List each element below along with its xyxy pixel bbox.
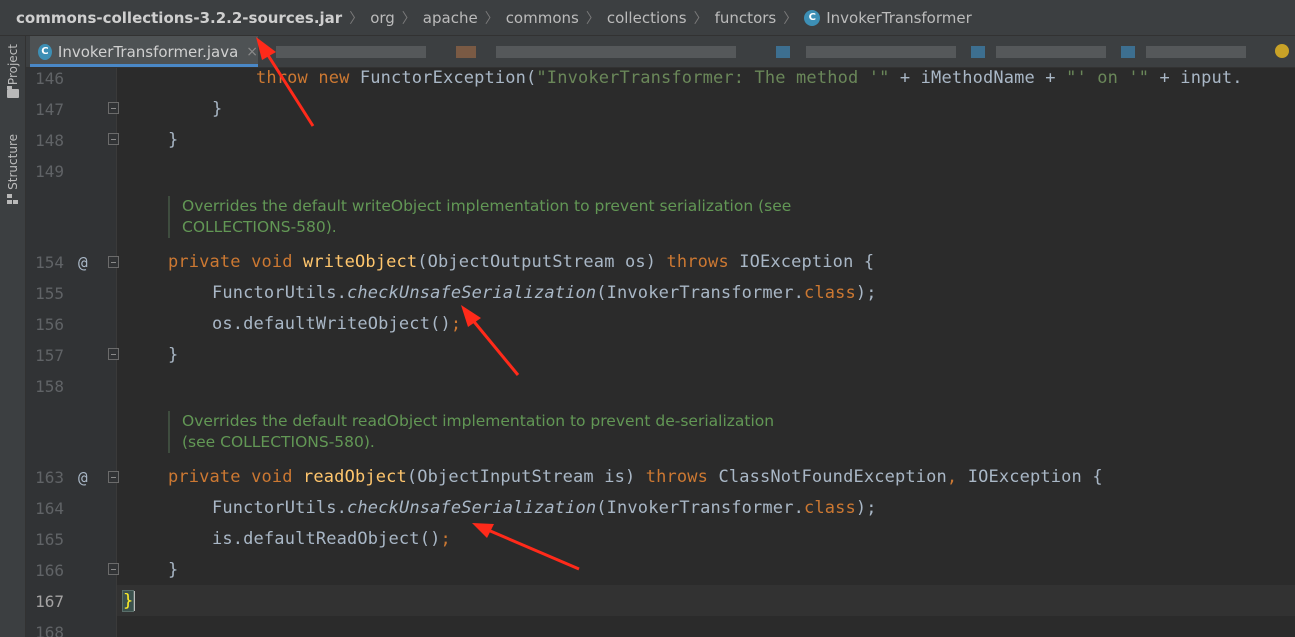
folder-icon [7,86,19,99]
code-line-167: } [121,590,136,612]
tab-overflow-icon[interactable] [1275,44,1289,58]
breadcrumb-collections[interactable]: collections [607,9,687,27]
fold-marker-icon[interactable] [108,471,119,483]
class-icon: C [804,9,821,26]
code-line-156: os.defaultWriteObject(); [212,314,462,334]
code-editor[interactable]: 146 147 148 149 154 155 156 157 158 163 … [26,68,1295,637]
override-marker-icon[interactable]: @ [78,253,88,272]
editor-tab-bar: C InvokerTransformer.java × [26,36,1295,68]
javadoc-text: COLLECTIONS-580). [182,218,337,236]
tab-invoker-transformer[interactable]: C InvokerTransformer.java × [30,36,258,67]
structure-tool-label: Structure [6,134,20,190]
line-number: 146 [35,69,64,88]
line-number: 158 [35,377,64,396]
javadoc-read-object: Overrides the default readObject impleme… [168,411,808,453]
code-line-164: FunctorUtils.checkUnsafeSerialization(In… [212,498,877,518]
line-number: 147 [35,100,64,119]
code-line-157: } [168,345,179,365]
code-line-147: } [212,99,223,119]
tool-window-strip: Project Structure [0,36,26,637]
project-tool-button[interactable]: Project [3,44,23,99]
close-icon[interactable]: × [246,44,258,60]
breadcrumb-separator: 〉 [585,10,600,27]
code-line-148: } [168,130,179,150]
line-number: 154 [35,253,64,272]
structure-tool-button[interactable]: Structure [3,134,23,204]
line-number: 163 [35,468,64,487]
line-number: 167 [35,592,64,611]
matched-brace: } [121,590,135,612]
breadcrumb-separator: 〉 [484,10,499,27]
breadcrumb-separator: 〉 [401,10,416,27]
line-number: 156 [35,315,64,334]
class-icon: C [38,43,52,60]
fold-marker-icon[interactable] [108,256,119,268]
line-number: 148 [35,131,64,150]
line-number: 165 [35,530,64,549]
javadoc-write-object: Overrides the default writeObject implem… [168,196,808,238]
project-tool-label: Project [6,44,20,86]
current-line-highlight [117,585,1295,616]
breadcrumb-jar[interactable]: commons-collections-3.2.2-sources.jar [16,9,342,27]
breadcrumb-separator: 〉 [349,10,364,27]
tab-label: InvokerTransformer.java [57,42,239,61]
fold-marker-icon[interactable] [108,133,119,145]
breadcrumb-class[interactable]: InvokerTransformer [826,9,972,27]
text-caret [133,591,136,611]
line-number: 157 [35,346,64,365]
breadcrumb-functors[interactable]: functors [715,9,777,27]
code-line-154: private void writeObject(ObjectOutputStr… [168,252,875,272]
javadoc-text: Overrides the default readObject impleme… [182,412,775,430]
fold-marker-icon[interactable] [108,102,119,114]
override-marker-icon[interactable]: @ [78,468,88,487]
line-number: 164 [35,499,64,518]
breadcrumb: commons-collections-3.2.2-sources.jar 〉 … [0,0,1295,36]
code-line-165: is.defaultReadObject(); [212,529,451,549]
line-number: 168 [35,623,64,637]
code-line-146: throw new FunctorException("InvokerTrans… [256,68,1243,88]
fold-marker-icon[interactable] [108,563,119,575]
code-line-155: FunctorUtils.checkUnsafeSerialization(In… [212,283,877,303]
blurred-tabs [266,40,1266,64]
code-line-163: private void readObject(ObjectInputStrea… [168,467,1103,487]
breadcrumb-separator: 〉 [783,10,798,27]
structure-icon [7,193,19,204]
breadcrumb-separator: 〉 [693,10,708,27]
line-number: 166 [35,561,64,580]
code-line-166: } [168,560,179,580]
javadoc-text: (see COLLECTIONS-580). [182,433,375,451]
breadcrumb-commons[interactable]: commons [506,9,579,27]
javadoc-text: Overrides the default writeObject implem… [182,197,792,215]
breadcrumb-org[interactable]: org [370,9,395,27]
fold-marker-icon[interactable] [108,348,119,360]
breadcrumb-apache[interactable]: apache [423,9,478,27]
line-number: 155 [35,284,64,303]
line-number: 149 [35,162,64,181]
